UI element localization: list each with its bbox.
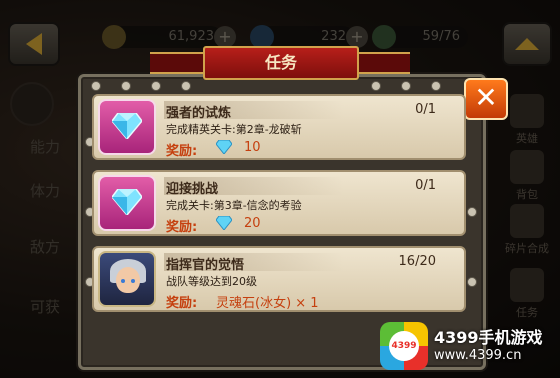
diamond-icon: [216, 216, 232, 230]
quest-progress: 16/20: [398, 254, 436, 269]
rivet-decoration: [467, 207, 477, 217]
diamond-icon: [112, 113, 142, 139]
rivet-decoration: [401, 81, 411, 91]
quest-description: 完成关卡:第3章-信念的考验: [166, 199, 302, 212]
hero-eye: [131, 279, 135, 283]
reward-amount: 20: [244, 216, 261, 231]
rivet-decoration: [121, 81, 131, 91]
quest-progress: 0/1: [415, 178, 436, 193]
rivet-decoration: [467, 277, 477, 287]
quest-description: 战队等级达到20级: [166, 275, 257, 288]
watermark-title: 4399手机游戏: [434, 328, 543, 347]
rivet-decoration: [91, 81, 101, 91]
close-button[interactable]: ✕: [464, 78, 508, 120]
quest-item[interactable]: 强者的试炼 0/1 完成精英关卡:第2章-龙破斩 奖励: 10: [92, 94, 466, 160]
reward-amount: 10: [244, 140, 261, 155]
site-watermark: 4399 4399手机游戏 www.4399.cn: [380, 320, 556, 372]
quest-item[interactable]: 迎接挑战 0/1 完成关卡:第3章-信念的考验 奖励: 20: [92, 170, 466, 236]
reward-label: 奖励:: [166, 296, 198, 311]
rivet-decoration: [371, 81, 381, 91]
hero-face: [116, 267, 140, 293]
watermark-url: www.4399.cn: [434, 348, 522, 363]
quest-progress: 0/1: [415, 102, 436, 117]
hero-portrait-icon: [98, 251, 156, 307]
quest-description: 完成精英关卡:第2章-龙破斩: [166, 123, 302, 136]
quest-name: 强者的试炼: [166, 106, 232, 121]
quest-item[interactable]: 指挥官的觉悟 16/20 战队等级达到20级 奖励: 灵魂石(冰女) × 1: [92, 246, 466, 312]
rivet-decoration: [181, 81, 191, 91]
hero-eye: [121, 279, 125, 283]
quest-name: 指挥官的觉悟: [166, 258, 245, 273]
logo-text: 4399: [389, 331, 419, 361]
quest-name: 迎接挑战: [166, 182, 219, 197]
reward-label: 奖励:: [166, 220, 198, 235]
reward-label: 奖励:: [166, 144, 198, 159]
dialog-title: 任务: [203, 46, 359, 80]
rivet-decoration: [431, 81, 441, 91]
diamond-icon: [216, 140, 232, 154]
4399-logo-icon: 4399: [380, 322, 428, 370]
diamond-icon: [112, 189, 142, 215]
reward-item: 灵魂石(冰女) × 1: [216, 296, 319, 311]
rivet-decoration: [151, 81, 161, 91]
title-wing-right: [350, 52, 410, 74]
diamond-icon: [98, 175, 156, 231]
title-wing-left: [150, 52, 210, 74]
diamond-icon: [98, 99, 156, 155]
